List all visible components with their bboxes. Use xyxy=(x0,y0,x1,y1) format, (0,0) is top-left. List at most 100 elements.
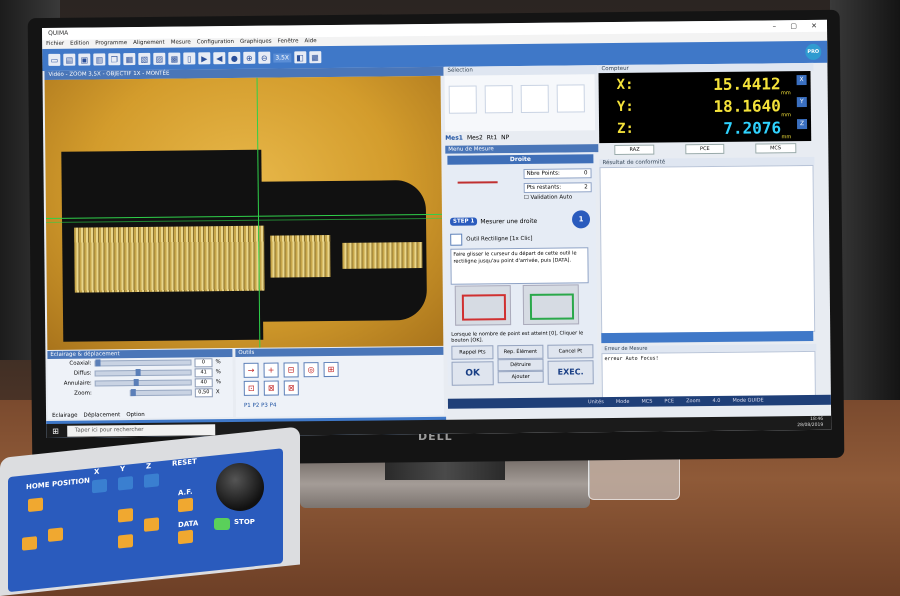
max-points-field[interactable]: Nbre Points: 0 xyxy=(523,168,592,179)
distance-feature-icon[interactable] xyxy=(556,84,585,113)
z-zero-button[interactable]: Z xyxy=(796,118,808,130)
new-file-icon[interactable]: ▭ xyxy=(48,53,61,66)
y-zero-button[interactable]: Y xyxy=(796,96,807,108)
grid-icon[interactable]: ▦ xyxy=(308,51,322,64)
menu-aide[interactable]: Aide xyxy=(304,37,316,46)
add-button[interactable]: Ajouter xyxy=(497,370,544,384)
menu-programme[interactable]: Programme xyxy=(95,39,127,48)
arrow-tool-icon[interactable]: → xyxy=(243,362,259,378)
box-tool-icon[interactable]: ⊞ xyxy=(323,361,339,378)
slider-knob[interactable] xyxy=(133,379,139,387)
keypad-key[interactable] xyxy=(144,517,159,532)
home-key[interactable] xyxy=(28,497,43,513)
circle-tool-icon[interactable]: ◎ xyxy=(303,362,319,378)
menu-edition[interactable]: Edition xyxy=(70,40,89,49)
zoom-slider[interactable] xyxy=(129,389,192,397)
stop-button[interactable] xyxy=(214,518,230,530)
tab-deplacement[interactable]: Déplacement xyxy=(83,412,120,418)
ok-button[interactable]: OK xyxy=(451,361,494,386)
green-frame xyxy=(529,293,575,320)
diag-tool-icon[interactable]: ⊠ xyxy=(283,380,299,396)
taskbar-search[interactable]: Taper ici pour rechercher xyxy=(66,423,215,437)
run-icon[interactable]: ▶ xyxy=(198,52,211,65)
z-axis-label: Z: xyxy=(617,120,635,137)
pce-button[interactable]: PCE xyxy=(684,143,725,155)
slider-knob[interactable] xyxy=(135,368,141,377)
slider-knob[interactable] xyxy=(130,389,136,397)
diffus-value[interactable]: 41 xyxy=(194,367,213,377)
zoom-level[interactable]: 3,5X xyxy=(273,52,292,63)
report-icon[interactable]: ▨ xyxy=(153,52,166,65)
keypad-key[interactable] xyxy=(22,536,37,551)
speaker-icon[interactable]: ◀ xyxy=(213,52,226,65)
step-number: 1 xyxy=(571,210,591,229)
tab-eclairage[interactable]: Eclairage xyxy=(52,413,77,419)
windows-start-icon[interactable]: ⊞ xyxy=(52,426,59,435)
tools-page-tabs[interactable]: P1 P2 P3 P4 xyxy=(244,403,277,409)
auto-validate-checkbox[interactable]: ☐ Validation Auto xyxy=(524,194,572,201)
recall-points-button[interactable]: Rappel Pts xyxy=(451,345,494,360)
print-icon[interactable]: ▥ xyxy=(93,53,106,66)
tab-mes2[interactable]: Mes2 xyxy=(467,134,483,141)
error-log: erreur Auto Focus! xyxy=(601,350,816,400)
table-icon[interactable]: ▧ xyxy=(138,52,151,65)
point-feature-icon[interactable] xyxy=(448,85,477,114)
remaining-points-field[interactable]: Pts restants: 2 xyxy=(523,182,592,193)
mcs-button[interactable]: MCS xyxy=(755,143,797,154)
rectilinear-tool-icon[interactable] xyxy=(450,233,463,246)
annulaire-value[interactable]: 40 xyxy=(194,377,213,387)
y-key-label: Y xyxy=(120,464,126,474)
tab-np[interactable]: NP xyxy=(501,134,509,141)
slider-knob[interactable] xyxy=(95,359,101,367)
menu-alignement[interactable]: Alignement xyxy=(133,39,165,48)
cancel-point-button[interactable]: Cancel Pt xyxy=(547,344,594,359)
copy-icon[interactable]: ❐ xyxy=(108,53,121,66)
annulaire-slider[interactable] xyxy=(94,379,192,387)
line-feature-icon[interactable] xyxy=(520,84,549,113)
open-folder-icon[interactable]: ▤ xyxy=(63,53,76,66)
window-controls[interactable]: – ▢ ✕ xyxy=(773,20,824,33)
tab-option[interactable]: Option xyxy=(126,412,144,418)
raz-button[interactable]: RAZ xyxy=(614,144,655,156)
x-zero-button[interactable]: X xyxy=(796,74,807,86)
camera-view[interactable] xyxy=(44,75,444,350)
view-icon[interactable]: ◧ xyxy=(293,51,307,64)
circle-feature-icon[interactable] xyxy=(484,85,513,114)
menu-mesure[interactable]: Mesure xyxy=(171,38,191,47)
keypad-key[interactable] xyxy=(118,534,133,549)
delete-button[interactable]: Détruire xyxy=(497,358,544,372)
y-key[interactable] xyxy=(118,476,133,491)
repeat-element-button[interactable]: Rep. Élément xyxy=(497,344,544,360)
joystick-knob[interactable] xyxy=(216,463,264,511)
tab-mes1[interactable]: Mes1 xyxy=(445,135,463,142)
coaxial-slider[interactable] xyxy=(94,359,192,367)
max-points-value: 0 xyxy=(584,170,588,177)
af-key[interactable] xyxy=(178,497,193,513)
z-key[interactable] xyxy=(144,473,159,488)
diag-tool-icon[interactable]: ⊠ xyxy=(263,380,279,396)
x-key[interactable] xyxy=(92,478,107,494)
cross-tool-icon[interactable]: + xyxy=(263,362,279,378)
exec-button[interactable]: EXEC. xyxy=(547,360,594,385)
zoom-out-icon[interactable]: ⊖ xyxy=(258,51,271,64)
coaxial-value[interactable]: 0 xyxy=(194,357,213,367)
menu-fichier[interactable]: Fichier xyxy=(46,40,64,49)
save-icon[interactable]: ▣ xyxy=(78,53,91,66)
light-icon[interactable]: ● xyxy=(228,51,241,65)
menu-graphiques[interactable]: Graphiques xyxy=(240,38,272,47)
paste-icon[interactable]: ▦ xyxy=(123,53,136,66)
program-icon[interactable]: ▩ xyxy=(168,52,181,65)
tab-rt1[interactable]: Rt1 xyxy=(487,134,497,141)
keypad-key[interactable] xyxy=(118,508,133,523)
keypad-key[interactable] xyxy=(48,527,63,542)
status-mode: Mode xyxy=(615,398,630,406)
zoom-in-icon[interactable]: ⊕ xyxy=(243,51,256,64)
edge-tool-icon[interactable]: ⊟ xyxy=(283,362,299,378)
data-key[interactable] xyxy=(178,529,193,545)
menu-configuration[interactable]: Configuration xyxy=(197,38,234,47)
zoom-value[interactable]: 0,50 xyxy=(194,387,213,397)
document-icon[interactable]: ▯ xyxy=(183,52,196,65)
menu-fenetre[interactable]: Fenêtre xyxy=(278,37,299,46)
diffus-slider[interactable] xyxy=(94,368,192,377)
focus-tool-icon[interactable]: ⊡ xyxy=(243,380,259,396)
